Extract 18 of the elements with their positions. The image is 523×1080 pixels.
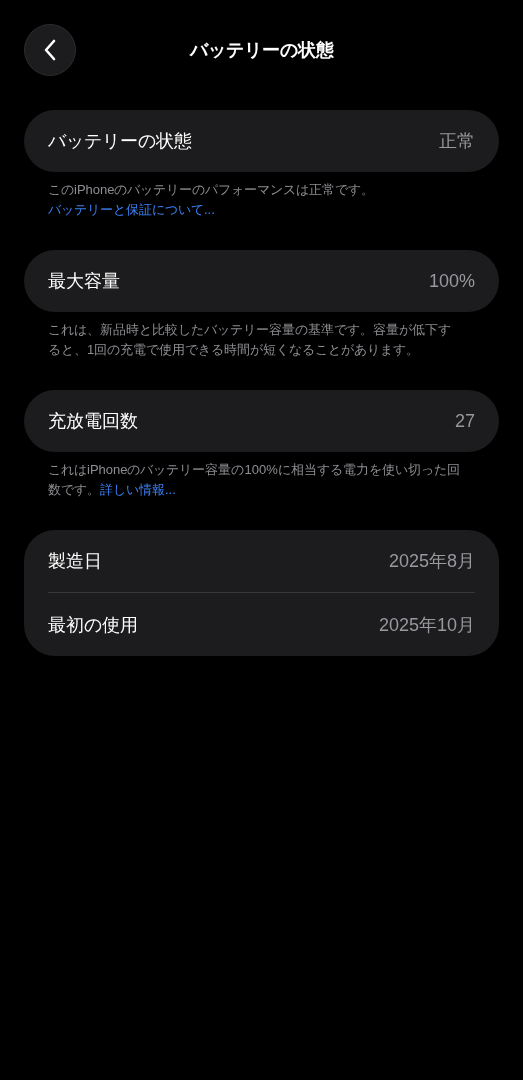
row-value: 2025年10月 <box>378 613 475 637</box>
page-title: バッテリーの状態 <box>188 39 335 62</box>
row-value: 正常 <box>439 130 475 153</box>
info-link[interactable]: バッテリーと保証について... <box>48 202 215 217</box>
footnote-text: これは、新品時と比較したバッテリー容量の基準です。容量が低下すると、1回の充電で使用できる時間が短くなることがあります。 <box>47 321 452 359</box>
info-link[interactable]: 詳しい情報... <box>100 482 176 497</box>
back-button[interactable] <box>24 24 76 76</box>
row-value: 100% <box>428 270 475 292</box>
chevron-left-icon <box>43 39 57 61</box>
row-value: 2025年8月 <box>388 550 475 573</box>
row-label: 製造日 <box>48 550 102 573</box>
row-label: 最初の使用 <box>48 613 138 637</box>
footnote-text: このiPhoneのバッテリーのパフォーマンスは正常です。 バッテリーと保証について... <box>47 181 376 219</box>
row-value: 27 <box>454 410 475 432</box>
footnote-text: これはiPhoneのバッテリー容量の100%に相当する電力を使い切った回数です。詳しい情報... <box>47 461 461 499</box>
row-label: 充放電回数 <box>48 410 138 433</box>
row-label: バッテリーの状態 <box>48 130 192 153</box>
row-label: 最大容量 <box>48 270 120 293</box>
